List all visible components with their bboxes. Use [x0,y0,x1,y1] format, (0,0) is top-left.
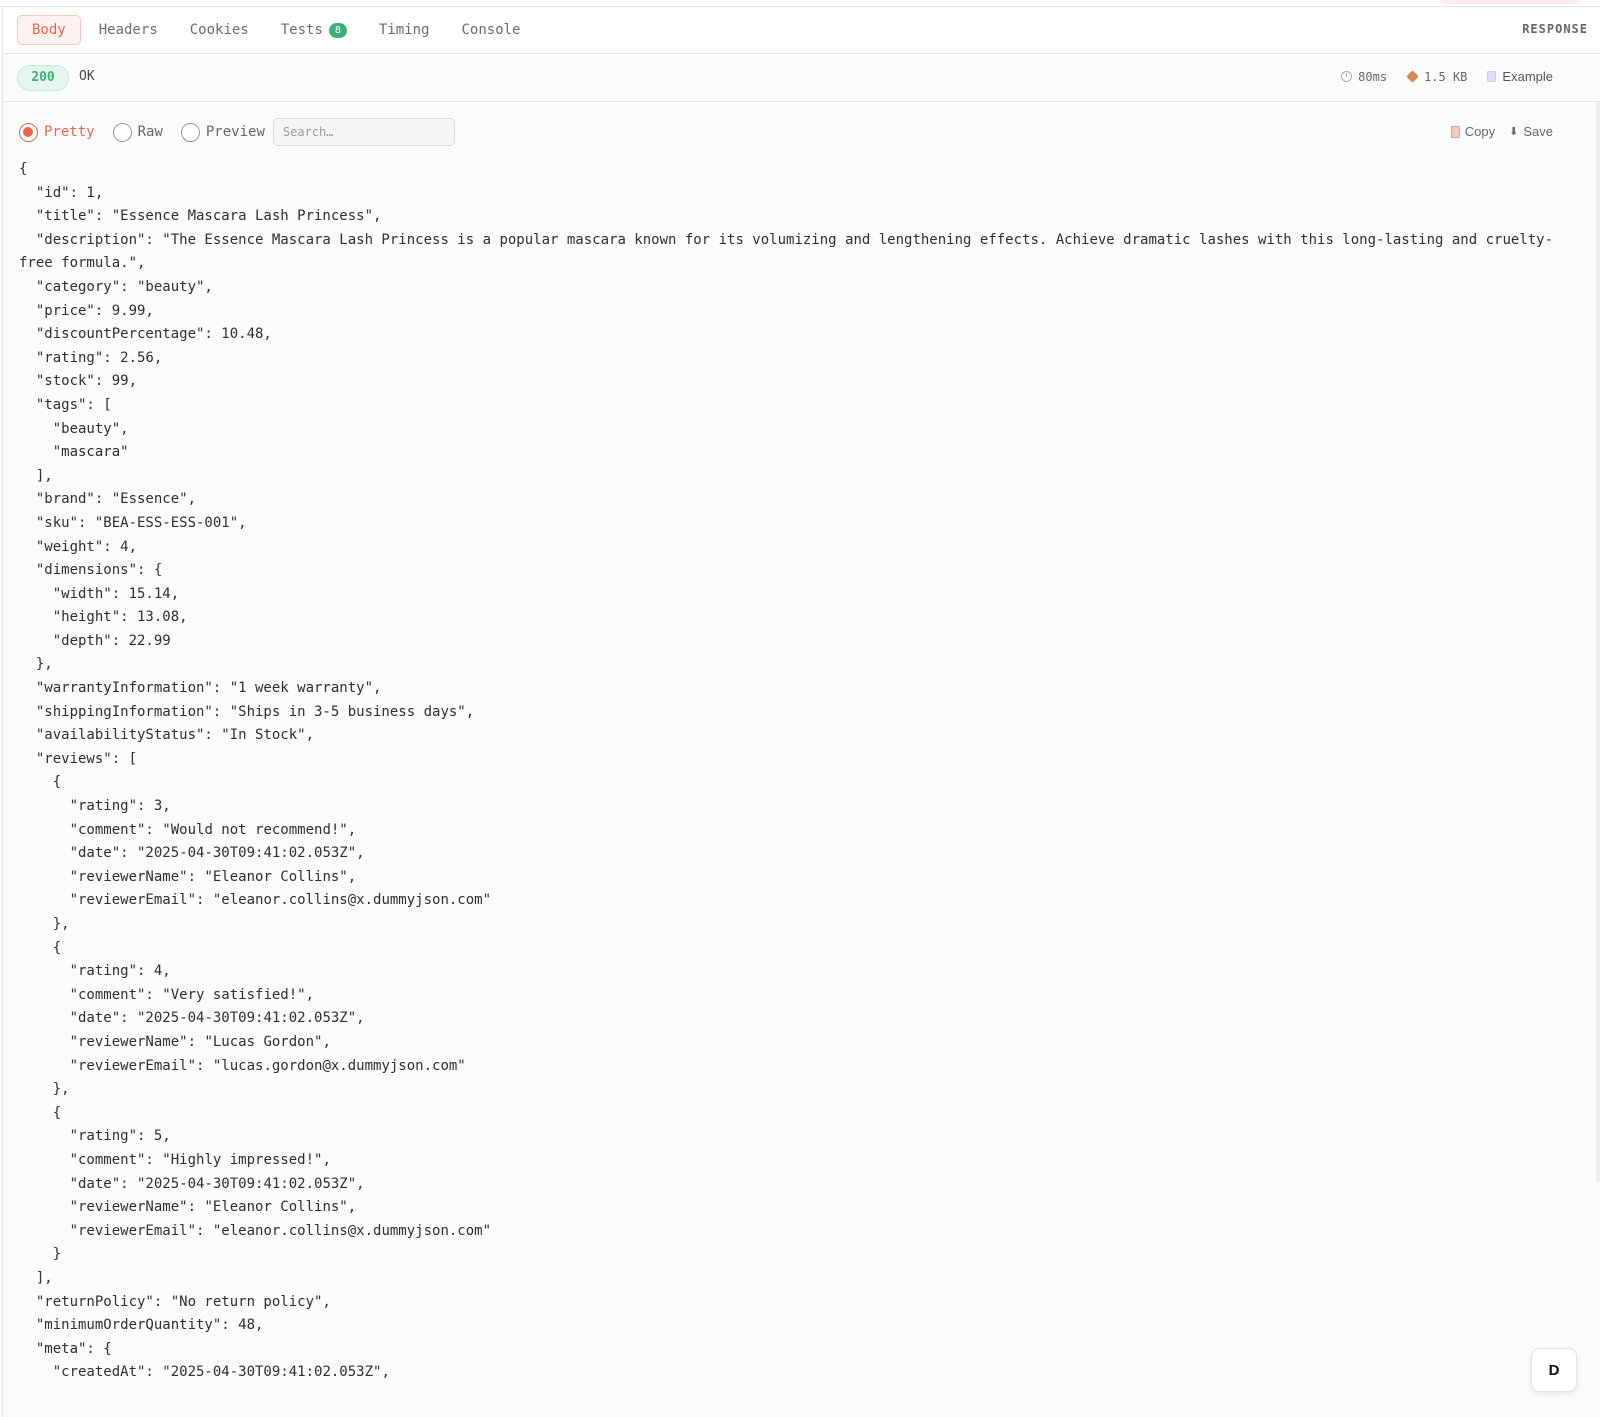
save-label: Save [1523,124,1553,139]
view-mode-pretty[interactable]: Pretty [19,122,95,142]
radio-unchecked-icon [180,122,200,142]
view-mode-selector: Pretty Raw Preview [19,117,455,147]
body-actions: Copy ⬇ Save [1450,124,1553,139]
response-time: 80ms [1341,70,1387,84]
tab-body[interactable]: Body [17,15,81,45]
view-mode-preview[interactable]: Preview [180,122,265,142]
download-icon: ⬇ [1509,126,1519,138]
tab-label: Tests [280,22,323,38]
clipboard-icon [1450,125,1460,138]
panel-label: RESPONSE [1522,22,1588,36]
response-size-value: 1.5 KB [1424,69,1468,84]
view-mode-label: Preview [205,124,265,140]
radio-unchecked-icon [112,122,132,142]
radio-checked-icon [19,122,38,142]
example-label: Example [1502,69,1553,84]
response-body-panel: Pretty Raw Preview Copy ⬇ Save { "id": 1… [3,102,1600,1417]
package-icon [1406,70,1419,83]
tab-tests[interactable]: Tests 8 [267,16,361,44]
response-meta: 80ms 1.5 KB Example [1341,69,1553,84]
search-input[interactable] [272,118,455,146]
tab-label: Console [461,22,521,38]
tab-timing[interactable]: Timing [365,16,444,44]
json-response-body: { "id": 1, "title": "Essence Mascara Las… [19,161,1554,1381]
view-mode-label: Pretty [44,124,95,140]
tab-label: Timing [378,22,430,38]
status-bar: 200 OK 80ms 1.5 KB Example [3,54,1600,102]
avatar-button[interactable]: D [1531,1348,1577,1392]
view-mode-raw[interactable]: Raw [112,122,163,142]
tab-label: Body [32,22,66,38]
response-time-value: 80ms [1358,69,1388,84]
status-code-badge: 200 [17,65,69,91]
tab-headers[interactable]: Headers [85,16,172,44]
copy-button[interactable]: Copy [1450,124,1496,139]
tests-count-badge: 8 [328,22,347,38]
response-tabs: Body Headers Cookies Tests 8 Timing Conso… [3,7,1600,54]
tab-label: Cookies [189,22,249,38]
top-accent [1440,0,1580,4]
tab-cookies[interactable]: Cookies [176,16,263,44]
tab-label: Headers [98,22,158,38]
status-text: OK [79,69,95,84]
tab-console[interactable]: Console [447,16,534,44]
response-size: 1.5 KB [1406,69,1468,84]
save-as-example[interactable]: Example [1487,69,1553,84]
copy-label: Copy [1464,124,1496,139]
document-icon [1487,71,1497,82]
scrollbar[interactable] [1596,102,1600,1182]
view-mode-label: Raw [137,124,163,140]
clock-icon [1341,71,1353,82]
save-button[interactable]: ⬇ Save [1509,124,1553,139]
